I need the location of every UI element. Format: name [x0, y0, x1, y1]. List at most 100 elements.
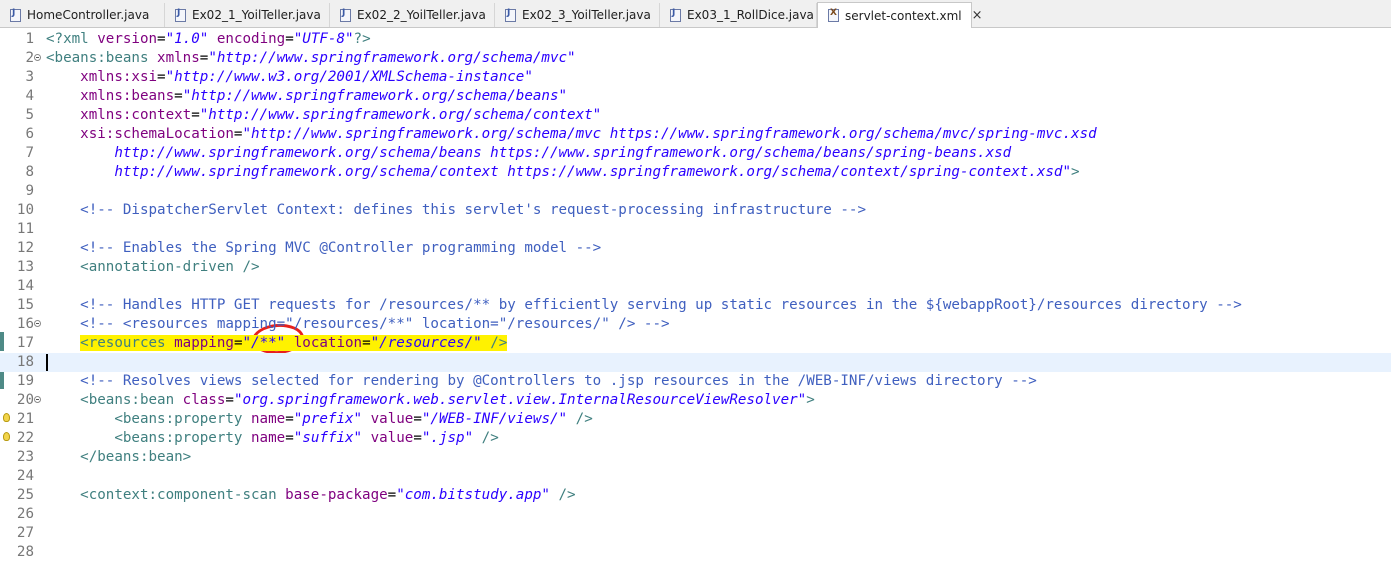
- line-number: 10: [16, 202, 34, 218]
- line-number: 2: [25, 50, 34, 66]
- code-text: <!-- Enables the Spring MVC @Controller …: [46, 239, 601, 258]
- code-token: xmlns:xsi: [80, 69, 158, 85]
- code-text: <!-- Resolves views selected for renderi…: [46, 372, 1037, 391]
- fold-toggle-icon[interactable]: [34, 396, 41, 403]
- code-line[interactable]: 13 <annotation-driven />: [0, 258, 1391, 277]
- code-line[interactable]: 1 <?xml version="1.0" encoding="UTF-8"?>: [0, 30, 1391, 49]
- code-token: <!-- Resolves views selected for renderi…: [80, 373, 1037, 389]
- code-line[interactable]: 22 <beans:property name="suffix" value="…: [0, 429, 1391, 448]
- code-token: <annotation-driven />: [80, 259, 260, 275]
- code-line[interactable]: 7 http://www.springframework.org/schema/…: [0, 144, 1391, 163]
- code-line[interactable]: 6 xsi:schemaLocation="http://www.springf…: [0, 125, 1391, 144]
- line-number: 18: [16, 354, 34, 370]
- code-line[interactable]: 16 <!-- <resources mapping="/resources/*…: [0, 315, 1391, 334]
- code-token: <beans:property: [114, 430, 252, 446]
- tab-servlet-context[interactable]: servlet-context.xml ×: [817, 2, 983, 29]
- code-text: <context:component-scan base-package="co…: [46, 486, 576, 505]
- code-token: />: [473, 430, 499, 446]
- text-cursor: [46, 354, 48, 371]
- code-line[interactable]: 21 <beans:property name="prefix" value="…: [0, 410, 1391, 429]
- code-line[interactable]: 23 </beans:bean>: [0, 448, 1391, 467]
- code-line[interactable]: 26: [0, 505, 1391, 524]
- code-token: name: [251, 411, 286, 427]
- code-token: "prefix": [293, 411, 363, 427]
- code-token: <?xml: [46, 31, 98, 47]
- code-token: >: [1071, 164, 1080, 180]
- code-token: />: [549, 487, 576, 503]
- code-line[interactable]: 11: [0, 220, 1391, 239]
- code-token: <beans:property: [114, 411, 252, 427]
- line-number: 13: [16, 259, 34, 275]
- line-number: 4: [25, 88, 34, 104]
- code-line[interactable]: 8 http://www.springframework.org/schema/…: [0, 163, 1391, 182]
- code-token: "/WEB-INF/views/": [421, 411, 568, 427]
- java-file-icon: [505, 8, 516, 22]
- lightbulb-icon[interactable]: [3, 413, 10, 422]
- line-number: 17: [16, 335, 34, 351]
- code-line[interactable]: 24: [0, 467, 1391, 486]
- code-token: "http://www.springframework.org/schema/m…: [242, 126, 1097, 142]
- code-token: http://www.springframework.org/schema/co…: [46, 164, 1071, 180]
- fold-toggle-icon[interactable]: [34, 320, 41, 327]
- code-line[interactable]: 28: [0, 543, 1391, 562]
- tab-homecontroller[interactable]: HomeController.java: [0, 3, 165, 27]
- code-line[interactable]: 15 <!-- Handles HTTP GET requests for /r…: [0, 296, 1391, 315]
- code-token: <!-- Enables the Spring MVC @Controller …: [80, 240, 602, 256]
- xml-file-icon: [828, 8, 839, 22]
- code-text: <annotation-driven />: [46, 258, 260, 277]
- code-text: xmlns:context="http://www.springframewor…: [46, 106, 601, 125]
- code-line[interactable]: 18: [0, 353, 1391, 372]
- code-text: <!-- DispatcherServlet Context: defines …: [46, 201, 866, 220]
- code-token: xmlns: [157, 50, 200, 66]
- code-token: <!-- Handles HTTP GET requests for /reso…: [80, 297, 1242, 313]
- code-token: xsi:schemaLocation: [80, 126, 234, 142]
- code-token: <!-- DispatcherServlet Context: defines …: [80, 202, 866, 218]
- tab-ex03-1-rolldice[interactable]: Ex03_1_RollDice.java: [660, 3, 817, 27]
- code-line[interactable]: 9: [0, 182, 1391, 201]
- code-token: =: [413, 411, 422, 427]
- lightbulb-icon[interactable]: [3, 432, 10, 441]
- code-line[interactable]: 25 <context:component-scan base-package=…: [0, 486, 1391, 505]
- code-line[interactable]: 17 <resources mapping="/**" location="/r…: [0, 334, 1391, 353]
- tab-ex02-1-yoilteller[interactable]: Ex02_1_YoilTeller.java: [165, 3, 330, 27]
- code-line[interactable]: 2 <beans:beans xmlns="http://www.springfr…: [0, 49, 1391, 68]
- line-number: 5: [25, 107, 34, 123]
- line-number: 28: [16, 544, 34, 560]
- code-text: </beans:bean>: [46, 448, 191, 467]
- code-text: http://www.springframework.org/schema/co…: [46, 163, 1080, 182]
- code-line[interactable]: 20 <beans:bean class="org.springframewor…: [0, 391, 1391, 410]
- code-line[interactable]: 3 xmlns:xsi="http://www.w3.org/2001/XMLS…: [0, 68, 1391, 87]
- code-token: </beans:bean>: [80, 449, 192, 465]
- code-line[interactable]: 4 xmlns:beans="http://www.springframewor…: [0, 87, 1391, 106]
- code-line[interactable]: 12 <!-- Enables the Spring MVC @Controll…: [0, 239, 1391, 258]
- code-token: />: [481, 335, 508, 351]
- code-line[interactable]: 27: [0, 524, 1391, 543]
- code-text: http://www.springframework.org/schema/be…: [46, 144, 1011, 163]
- code-token: =: [285, 430, 294, 446]
- code-token: =: [157, 31, 166, 47]
- code-editor[interactable]: 1 <?xml version="1.0" encoding="UTF-8"?> 2…: [0, 28, 1391, 562]
- tab-ex02-3-yoilteller[interactable]: Ex02_3_YoilTeller.java: [495, 3, 660, 27]
- code-token: =: [157, 69, 166, 85]
- code-line[interactable]: 10 <!-- DispatcherServlet Context: defin…: [0, 201, 1391, 220]
- code-token: "com.bitstudy.app": [396, 487, 550, 503]
- fold-toggle-icon[interactable]: [34, 54, 41, 61]
- tab-ex02-2-yoilteller[interactable]: Ex02_2_YoilTeller.java: [330, 3, 495, 27]
- code-token: <!-- <resources mapping="/resources/**" …: [80, 316, 670, 332]
- code-line[interactable]: 19 <!-- Resolves views selected for rend…: [0, 372, 1391, 391]
- code-line[interactable]: 14: [0, 277, 1391, 296]
- code-line[interactable]: 5 xmlns:context="http://www.springframew…: [0, 106, 1391, 125]
- code-token: =: [191, 107, 200, 123]
- code-token: "org.springframework.web.servlet.view.In…: [233, 392, 807, 408]
- code-text: xmlns:xsi="http://www.w3.org/2001/XMLSch…: [46, 68, 533, 87]
- close-icon[interactable]: ×: [972, 8, 983, 23]
- java-file-icon: [340, 8, 351, 22]
- line-number: 1: [25, 31, 34, 47]
- code-text: <beans:property name="suffix" value=".js…: [46, 429, 499, 448]
